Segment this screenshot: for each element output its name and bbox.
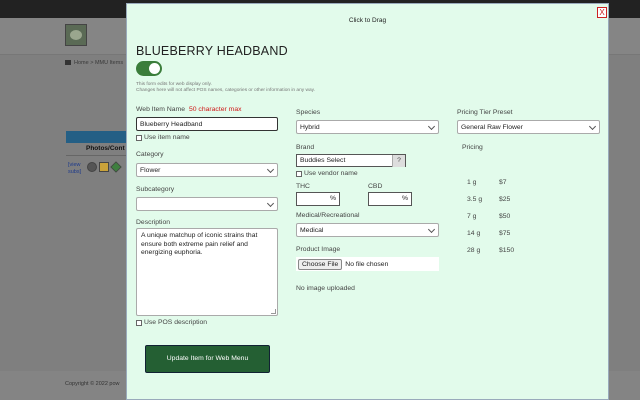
item-title: BLUEBERRY HEADBAND [136, 44, 288, 58]
thc-input[interactable]: % [296, 192, 340, 206]
price-value: $7 [499, 179, 507, 186]
thc-percent-unit: % [329, 195, 336, 202]
edit-item-modal: Click to Drag X BLUEBERRY HEADBAND This … [126, 3, 609, 400]
checkbox-box[interactable] [136, 319, 142, 326]
product-image-file-input[interactable]: Choose File No file chosen [296, 257, 439, 271]
description-textarea[interactable]: A unique matchup of iconic strains that … [136, 228, 278, 316]
price-weight: 3.5 g [467, 196, 483, 203]
price-row: 3.5 g $25 [467, 196, 510, 203]
chevron-down-icon [266, 199, 275, 208]
price-row: 14 g $75 [467, 230, 510, 237]
brand-label: Brand [296, 144, 315, 151]
image-upload-status: No image uploaded [296, 285, 355, 292]
brand-help-button[interactable]: ? [392, 155, 405, 167]
cbd-input[interactable]: % [368, 192, 412, 206]
price-weight: 1 g [467, 179, 477, 186]
choose-file-button[interactable]: Choose File [298, 258, 343, 270]
price-value: $25 [499, 196, 511, 203]
breadcrumb: Home > MMU Items [65, 60, 123, 66]
category-label: Category [136, 151, 164, 158]
brand-input[interactable]: Buddies Select ? [296, 154, 406, 167]
species-select[interactable]: Hybrid [296, 120, 439, 134]
site-logo[interactable] [65, 24, 87, 46]
web-display-toggle[interactable] [136, 61, 162, 76]
product-image-label: Product Image [296, 246, 341, 253]
table-divider [66, 155, 128, 156]
subcategory-select[interactable] [136, 197, 278, 211]
home-icon[interactable] [65, 60, 71, 65]
price-weight: 14 g [467, 230, 481, 237]
price-row: 7 g $50 [467, 213, 510, 220]
view-subs-link[interactable]: [view subs] [68, 162, 81, 176]
close-button[interactable]: X [597, 7, 607, 18]
price-weight: 7 g [467, 213, 477, 220]
breadcrumb-home[interactable]: Home [74, 60, 89, 66]
use-vendor-name-checkbox[interactable]: Use vendor name [296, 170, 358, 177]
use-pos-description-checkbox[interactable]: Use POS description [136, 319, 207, 326]
medical-recreational-label: Medical/Recreational [296, 212, 360, 219]
cbd-label: CBD [368, 183, 383, 190]
table-header-bar [66, 131, 128, 143]
chevron-down-icon [588, 122, 597, 131]
leaf-icon[interactable] [110, 161, 122, 173]
price-weight: 28 g [467, 247, 481, 254]
edit-icon[interactable] [87, 162, 97, 172]
chevron-down-icon [427, 122, 436, 131]
subcategory-label: Subcategory [136, 186, 175, 193]
price-value: $150 [499, 247, 515, 254]
checkbox-box[interactable] [296, 170, 302, 177]
price-row: 1 g $7 [467, 179, 507, 186]
description-label: Description [136, 219, 170, 226]
web-item-name-label: Web Item Name 50 character max [136, 106, 242, 113]
thc-label: THC [296, 183, 310, 190]
resize-grip-icon[interactable] [271, 309, 276, 314]
medical-recreational-select[interactable]: Medical [296, 223, 439, 237]
breadcrumb-current[interactable]: MMU Items [95, 60, 123, 66]
form-note: This form edits for web display only. Ch… [136, 82, 315, 93]
species-label: Species [296, 109, 321, 116]
update-item-button[interactable]: Update Item for Web Menu [145, 345, 270, 373]
folder-icon[interactable] [99, 162, 109, 172]
category-select[interactable]: Flower [136, 163, 278, 177]
price-value: $50 [499, 213, 511, 220]
copyright-text: Copyright © 2022 pow [65, 381, 120, 387]
drag-handle[interactable]: Click to Drag [127, 17, 608, 24]
web-item-name-input[interactable]: Blueberry Headband [136, 117, 278, 131]
chevron-down-icon [427, 225, 436, 234]
pricing-label: Pricing [462, 144, 483, 151]
chevron-down-icon [266, 165, 275, 174]
price-row: 28 g $150 [467, 247, 514, 254]
photos-column-header: Photos/Cont [86, 145, 125, 152]
file-status: No file chosen [345, 260, 389, 268]
row-action-icons [87, 161, 122, 173]
price-value: $75 [499, 230, 511, 237]
char-limit-note: 50 character max [188, 106, 242, 113]
pricing-tier-preset-label: Pricing Tier Preset [457, 109, 513, 116]
pricing-tier-preset-select[interactable]: General Raw Flower [457, 120, 600, 134]
checkbox-box[interactable] [136, 134, 142, 141]
cbd-percent-unit: % [401, 195, 408, 202]
use-item-name-checkbox[interactable]: Use item name [136, 134, 190, 141]
